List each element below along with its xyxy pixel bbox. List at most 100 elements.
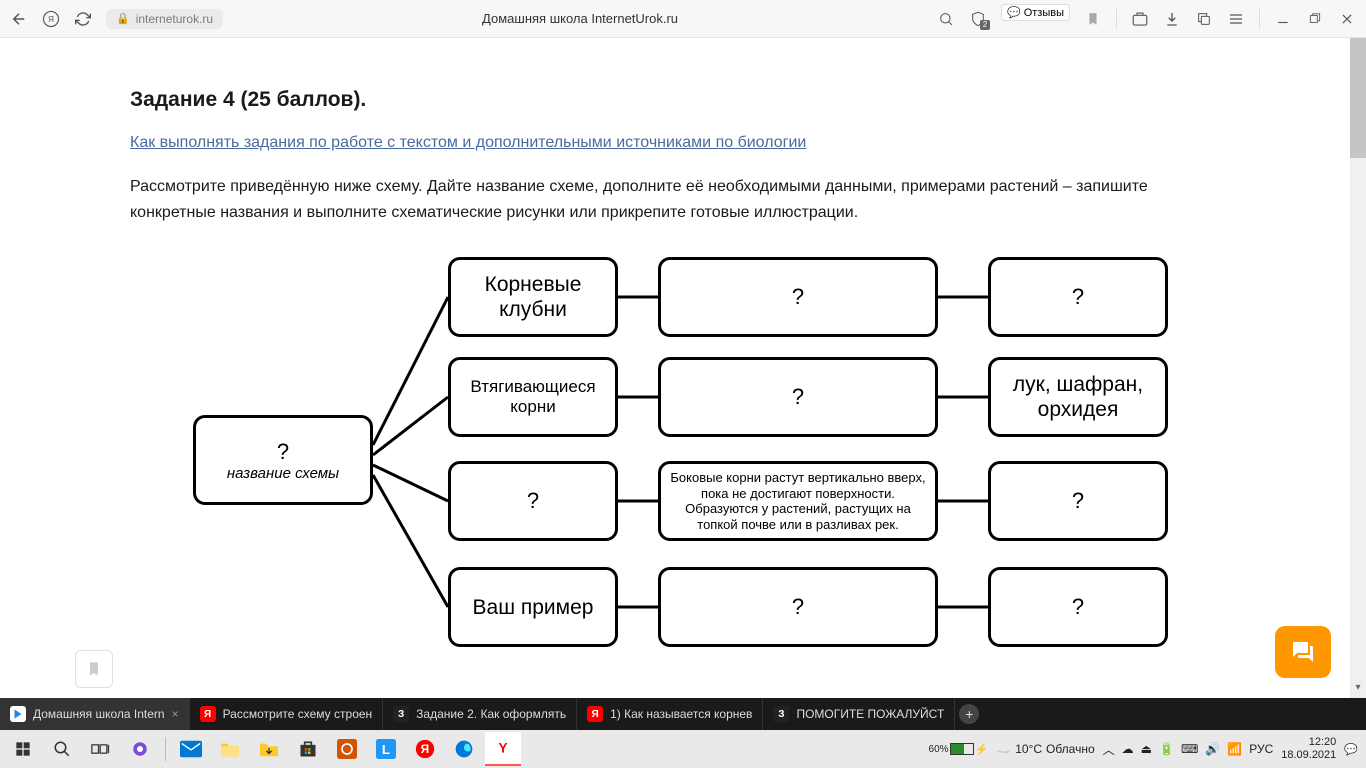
reviews-button[interactable]: 💬 Отзывы <box>1001 4 1070 21</box>
browser-tab[interactable]: Домашняя школа Intern × <box>0 698 190 730</box>
chat-button[interactable] <box>1275 626 1331 678</box>
edge-icon[interactable] <box>446 732 482 766</box>
windows-taskbar: L Я Y 60% ⚡ ☁️ 10°C Облачно ︿ ☁ ⏏ 🔋 ⌨ 🔊 <box>0 730 1366 768</box>
shield-icon[interactable]: 2 <box>969 10 987 28</box>
browser-tab[interactable]: Я Рассмотрите схему строен <box>190 698 384 730</box>
volume-icon[interactable]: 🔊 <box>1205 742 1220 756</box>
app-icon[interactable] <box>329 732 365 766</box>
task-link[interactable]: Как выполнять задания по работе с тексто… <box>130 134 1236 152</box>
url-text: interneturok.ru <box>136 12 213 26</box>
tab-label: ПОМОГИТЕ ПОЖАЛУЙСТ <box>796 707 944 721</box>
diagram-box-r1-c1: Корневые клубни <box>448 257 618 337</box>
speech-icon: 💬 <box>1007 6 1021 19</box>
new-tab-button[interactable]: + <box>955 698 983 730</box>
battery-percent: 60% <box>929 744 949 755</box>
diagram-box-r3-c3: ? <box>988 461 1168 541</box>
shield-badge: 2 <box>980 20 990 30</box>
lock-icon: 🔒 <box>116 12 130 25</box>
mail-icon[interactable] <box>173 732 209 766</box>
onedrive-icon[interactable]: ☁ <box>1122 742 1134 756</box>
clock[interactable]: 12:20 18.09.2021 <box>1281 736 1336 762</box>
svg-text:L: L <box>382 742 390 757</box>
tab-close-icon[interactable]: × <box>172 707 179 721</box>
diagram-box-r4-c1: Ваш пример <box>448 567 618 647</box>
toolbar-divider <box>1259 9 1260 29</box>
file-explorer-icon[interactable] <box>212 732 248 766</box>
toolbar-divider <box>1116 9 1117 29</box>
back-icon[interactable] <box>10 10 28 28</box>
browser-tab[interactable]: З Задание 2. Как оформлять <box>383 698 577 730</box>
download-folder-icon[interactable] <box>251 732 287 766</box>
zoom-icon[interactable] <box>937 10 955 28</box>
system-tray: ︿ ☁ ⏏ 🔋 ⌨ 🔊 📶 РУС <box>1103 741 1274 758</box>
reload-icon[interactable] <box>74 10 92 28</box>
browser-tab[interactable]: З ПОМОГИТЕ ПОЖАЛУЙСТ <box>763 698 955 730</box>
tab-label: Рассмотрите схему строен <box>223 707 373 721</box>
download-icon[interactable] <box>1163 10 1181 28</box>
tab-label: Задание 2. Как оформлять <box>416 707 566 721</box>
task-view-icon[interactable] <box>83 732 119 766</box>
scrollbar[interactable]: ▾ <box>1350 38 1366 698</box>
task-title: Задание 4 (25 баллов). <box>130 88 1236 112</box>
minimize-icon[interactable] <box>1274 10 1292 28</box>
app-l-icon[interactable]: L <box>368 732 404 766</box>
battery-icon <box>950 743 974 755</box>
weather-widget[interactable]: ☁️ 10°C Облачно <box>996 742 1094 756</box>
diagram-box-r3-c2: Боковые корни растут вертикально вверх, … <box>658 461 938 541</box>
diagram-box-r4-c2: ? <box>658 567 938 647</box>
battery-indicator[interactable]: 60% ⚡ <box>929 743 989 756</box>
cortana-icon[interactable] <box>122 732 158 766</box>
notifications-icon[interactable]: 💬 <box>1344 743 1358 756</box>
keyboard-icon[interactable]: ⌨ <box>1181 742 1198 756</box>
language-indicator[interactable]: РУС <box>1249 742 1273 756</box>
address-bar[interactable]: 🔒 interneturok.ru <box>106 9 223 29</box>
browser-tab-strip: Домашняя школа Intern × Я Рассмотрите сх… <box>0 698 1366 730</box>
bookmark-float-button[interactable] <box>75 650 113 688</box>
browser-toolbar: Я 🔒 interneturok.ru Домашняя школа Inter… <box>0 0 1366 38</box>
wifi-icon[interactable]: 📶 <box>1227 742 1242 756</box>
diagram-box-r3-c1: ? <box>448 461 618 541</box>
diagram-box-r2-c3: лук, шафран, орхидея <box>988 357 1168 437</box>
root-sub: название схемы <box>227 465 339 482</box>
yandex-browser-icon[interactable]: Y <box>485 732 521 766</box>
weather-icon: ☁️ <box>996 742 1011 756</box>
tab-label: 1) Как называется корнев <box>610 707 752 721</box>
plug-icon: ⚡ <box>975 743 989 756</box>
taskbar-left: L Я Y <box>0 732 521 766</box>
reviews-label: Отзывы <box>1024 7 1064 19</box>
yandex-icon[interactable]: Я <box>42 10 60 28</box>
diagram-root: ? название схемы <box>193 415 373 505</box>
weather-temp: 10°C <box>1015 742 1042 756</box>
diagram-box-r4-c3: ? <box>988 567 1168 647</box>
taskbar-right: 60% ⚡ ☁️ 10°C Облачно ︿ ☁ ⏏ 🔋 ⌨ 🔊 📶 РУС … <box>929 736 1366 762</box>
svg-text:Я: Я <box>48 15 54 24</box>
diagram-box-r1-c2: ? <box>658 257 938 337</box>
close-icon[interactable] <box>1338 10 1356 28</box>
toolbar-right: 2 💬 Отзывы <box>937 9 1356 29</box>
bookmark-icon[interactable] <box>1084 10 1102 28</box>
tab-label: Домашняя школа Intern <box>33 707 165 721</box>
date: 18.09.2021 <box>1281 749 1336 762</box>
copy-icon[interactable] <box>1195 10 1213 28</box>
tray-chevron-icon[interactable]: ︿ <box>1103 741 1115 758</box>
battery-tray-icon[interactable]: 🔋 <box>1159 742 1174 756</box>
start-icon[interactable] <box>5 732 41 766</box>
root-q: ? <box>277 439 289 465</box>
diagram-box-r2-c1: Втягивающиеся корни <box>448 357 618 437</box>
eject-icon[interactable]: ⏏ <box>1141 742 1152 756</box>
task-description: Рассмотрите приведённую ниже схему. Дайт… <box>130 174 1236 225</box>
store-icon[interactable] <box>290 732 326 766</box>
scroll-thumb[interactable] <box>1350 38 1366 158</box>
page-title: Домашняя школа InternetUrok.ru <box>237 11 923 26</box>
svg-text:Я: Я <box>421 743 429 756</box>
search-icon[interactable] <box>44 732 80 766</box>
diagram: ? название схемы Корневые клубни ? ? Втя… <box>193 255 1173 655</box>
svg-text:Y: Y <box>498 741 507 756</box>
diagram-box-r2-c2: ? <box>658 357 938 437</box>
maximize-icon[interactable] <box>1306 10 1324 28</box>
scroll-down-icon[interactable]: ▾ <box>1350 682 1366 698</box>
menu-icon[interactable] <box>1227 10 1245 28</box>
yandex-app-icon[interactable]: Я <box>407 732 443 766</box>
extensions-icon[interactable] <box>1131 10 1149 28</box>
browser-tab[interactable]: Я 1) Как называется корнев <box>577 698 763 730</box>
